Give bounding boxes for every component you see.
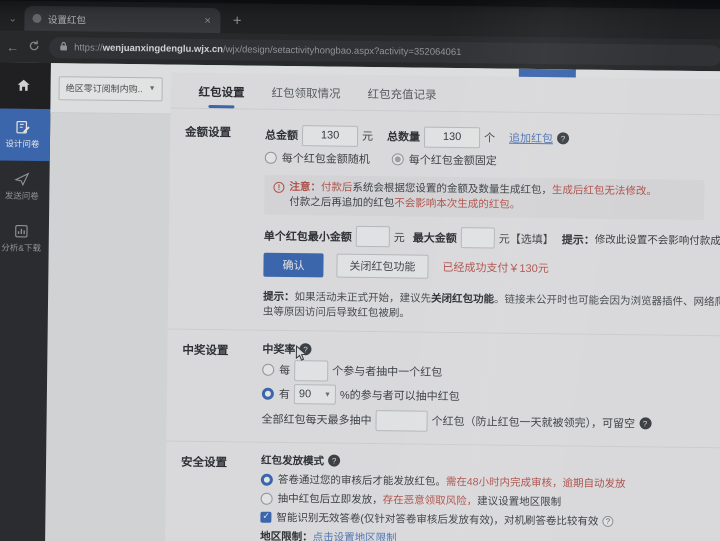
- daily-limit-post: 个红包（防止红包一天就被领完），可留空: [431, 415, 636, 431]
- browser-window: ⌄ 设置红包 × + ← https://wenjuanxingdenglu.w…: [0, 0, 720, 541]
- region-limit-link[interactable]: 点击设置地区限制: [313, 529, 397, 541]
- help-icon[interactable]: ?: [556, 132, 570, 145]
- amount-section: 金额设置 总金额 元 总数量 个 追加红包 ?: [183, 121, 720, 326]
- survey-title: 绝区零订阅制内购..: [65, 83, 143, 95]
- max-amount-label: 最大金额: [412, 232, 457, 245]
- url-text: https://wenjuanxingdenglu.wjx.cn/wjx/des…: [74, 42, 461, 58]
- region-limit-label: 地区限制：: [260, 530, 313, 541]
- send-survey-icon: [14, 172, 30, 187]
- wjx-page: 设计问卷 发送问卷 分析&下载 绝区零订阅制内购.. ▼ 预览问卷: [0, 62, 720, 541]
- chevron-down-icon: ▼: [148, 85, 156, 93]
- win-percent-select[interactable]: 90 ▼: [293, 384, 337, 405]
- photo-of-monitor: ⌄ 设置红包 × + ← https://wenjuanxingdenglu.w…: [0, 0, 720, 541]
- radio-random-label[interactable]: 每个红包金额随机: [282, 150, 370, 167]
- tab-hongbao-recharge-records[interactable]: 红包充值记录: [367, 86, 436, 111]
- total-amount-input[interactable]: [301, 124, 359, 147]
- radio-fixed-amount[interactable]: [391, 153, 404, 166]
- tab-close-icon[interactable]: ×: [202, 14, 213, 26]
- divider: [166, 440, 720, 449]
- amount-section-label: 金额设置: [185, 126, 232, 140]
- total-amount-label: 总金额: [264, 129, 299, 143]
- ge-unit: 个: [483, 132, 496, 145]
- survey-title-dropdown[interactable]: 绝区零订阅制内购.. ▼: [58, 75, 163, 101]
- hint-body: 修改此设置不会影响付款成功的红包: [594, 233, 720, 248]
- sidebar-item-send[interactable]: 发送问卷: [0, 160, 50, 213]
- radio-dispatch-after-review[interactable]: [260, 473, 273, 486]
- home-button[interactable]: [0, 62, 51, 110]
- checkbox-smart-invalid-detect[interactable]: [260, 511, 272, 523]
- prize-section: 中奖设置 中奖率 ? 每 个参与者抽中一个红包 有 90 ▼ %的参与者可以抽中…: [181, 339, 720, 438]
- url-path: /wjx/design/setactivityhongbao.aspx?acti…: [222, 43, 462, 58]
- divider: [167, 328, 720, 337]
- home-icon: [17, 79, 30, 91]
- radio-win-percent[interactable]: [261, 387, 274, 400]
- hongbao-settings-card: 红包设置 红包领取情况 红包充值记录 金额设置 总金额 元 总数量: [164, 72, 720, 541]
- daily-limit-pre: 全部红包每天最多抽中: [261, 413, 372, 428]
- yuan-unit: 元: [361, 130, 374, 144]
- tab-favicon: [32, 13, 42, 23]
- paid-status: 已经成功支付￥130元: [442, 261, 549, 276]
- tab-title: 设置红包: [47, 14, 86, 27]
- browser-tab[interactable]: 设置红包 ×: [24, 5, 222, 34]
- append-hongbao-link[interactable]: 追加红包: [509, 130, 553, 147]
- optional-note: 元【选填】: [498, 233, 554, 246]
- win-rate-label: 中奖率: [262, 343, 296, 357]
- total-count-input[interactable]: [423, 126, 481, 148]
- sidebar-item-label: 发送问卷: [4, 190, 39, 201]
- sidebar-item-analysis[interactable]: 分析&下载: [0, 212, 49, 265]
- left-sidebar: 设计问卷 发送问卷 分析&下载: [0, 62, 51, 541]
- tab-hongbao-claims[interactable]: 红包领取情况: [271, 85, 341, 110]
- help-icon[interactable]: ?: [602, 515, 614, 527]
- yuan-unit: 元: [393, 231, 405, 244]
- prize-section-label: 中奖设置: [182, 344, 229, 358]
- win-every-n-input[interactable]: [294, 359, 329, 381]
- address-input[interactable]: https://wenjuanxingdenglu.wjx.cn/wjx/des…: [49, 36, 720, 66]
- confirm-button[interactable]: 确认: [263, 252, 324, 278]
- chevron-down-icon: ▼: [323, 390, 331, 399]
- radio-fixed-label[interactable]: 每个红包金额固定: [409, 151, 497, 168]
- hint-head: 提示：: [561, 233, 595, 247]
- min-amount-input[interactable]: [355, 225, 390, 248]
- sidebar-item-label: 设计问卷: [5, 138, 40, 149]
- security-section-label: 安全设置: [180, 456, 228, 470]
- tab-hongbao-settings[interactable]: 红包设置: [198, 84, 245, 109]
- hongbao-form: 金额设置 总金额 元 总数量 个 追加红包 ?: [165, 109, 720, 541]
- sidebar-item-label: 分析&下载: [1, 242, 42, 253]
- help-icon[interactable]: ?: [328, 454, 341, 467]
- help-icon[interactable]: ?: [639, 417, 652, 430]
- min-amount-label: 单个红包最小金额: [263, 230, 352, 244]
- design-survey-icon: [16, 120, 30, 134]
- close-hongbao-button[interactable]: 关闭红包功能: [336, 253, 429, 279]
- back-icon[interactable]: ←: [6, 39, 19, 54]
- page-info-icon[interactable]: [59, 41, 68, 53]
- refresh-icon[interactable]: [28, 40, 40, 54]
- dispatch-mode-label: 红包发放模式: [261, 454, 325, 467]
- mouse-cursor: [295, 345, 308, 361]
- close-tip: 提示：如果活动未正式开始，建议先关闭红包功能。链接未公开时也可能会因为浏览器插件…: [262, 290, 720, 320]
- tab-search-chevron-icon[interactable]: ⌄: [4, 14, 25, 31]
- sidebar-item-design[interactable]: 设计问卷: [0, 108, 51, 162]
- new-tab-button[interactable]: +: [221, 12, 242, 33]
- url-scheme: https://: [74, 41, 103, 54]
- max-amount-input[interactable]: [460, 227, 495, 249]
- radio-win-every-n[interactable]: [262, 363, 275, 376]
- radio-random-amount[interactable]: [264, 151, 277, 164]
- security-section: 安全设置 红包发放模式 ? 答卷通过您的审核后才能发放红包。 需在48小时内完成审…: [180, 451, 720, 541]
- analysis-download-icon: [15, 224, 28, 238]
- daily-limit-input[interactable]: [375, 409, 428, 432]
- url-domain: wenjuanxingdenglu.wjx.cn: [102, 42, 224, 55]
- payment-notice: ! 注意：付款后系统会根据您设置的金额及数量生成红包，生成后红包无法修改。 付款之…: [264, 174, 705, 221]
- total-count-label: 总数量: [386, 131, 421, 144]
- radio-dispatch-immediately[interactable]: [260, 492, 273, 505]
- info-icon: !: [273, 181, 285, 193]
